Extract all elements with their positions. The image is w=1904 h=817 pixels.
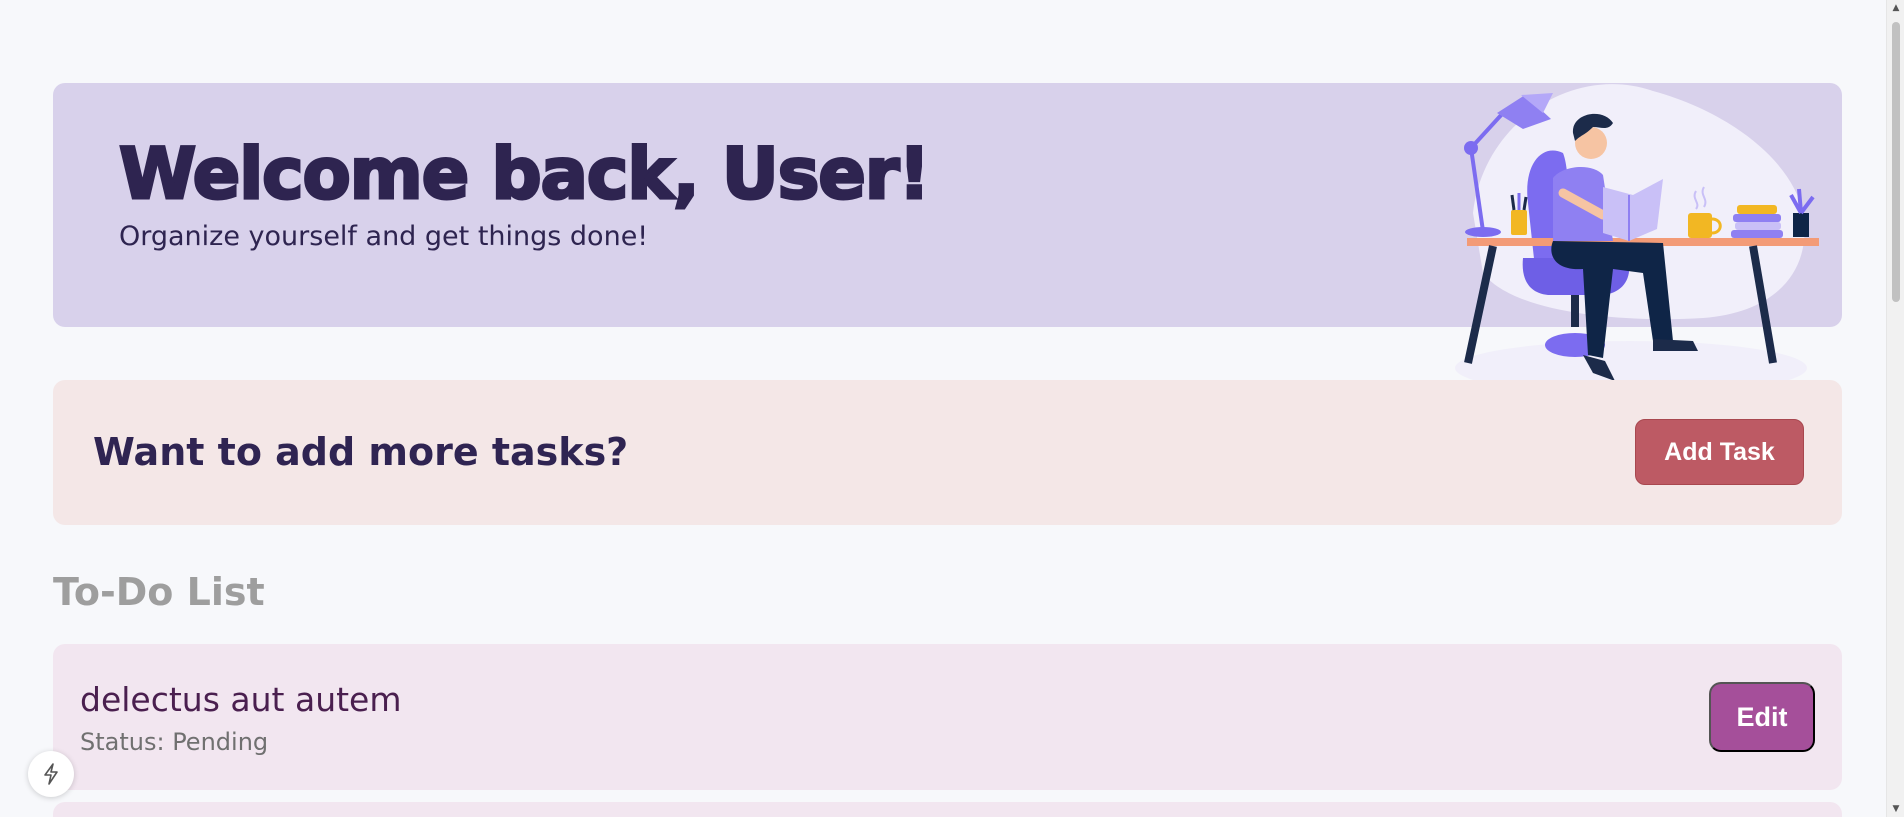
page: Welcome back, User! Organize yourself an… bbox=[0, 0, 1886, 817]
arrow-down-icon[interactable]: ▼ bbox=[1887, 801, 1904, 817]
desk-illustration bbox=[1455, 84, 1819, 395]
add-task-panel: Want to add more tasks? Add Task bbox=[53, 380, 1842, 525]
add-task-prompt: Want to add more tasks? bbox=[93, 430, 629, 474]
todo-list-heading: To-Do List bbox=[53, 570, 265, 614]
welcome-subtitle: Organize yourself and get things done! bbox=[119, 221, 649, 252]
task-status: Status: Pending bbox=[80, 728, 269, 756]
welcome-title: Welcome back, User! bbox=[117, 132, 931, 217]
welcome-banner: Welcome back, User! Organize yourself an… bbox=[53, 83, 1842, 395]
scroll-thumb[interactable] bbox=[1892, 22, 1900, 302]
arrow-up-icon[interactable]: ▲ bbox=[1887, 0, 1904, 16]
edit-task-button[interactable]: Edit bbox=[1709, 682, 1815, 752]
add-task-button[interactable]: Add Task bbox=[1635, 419, 1804, 485]
task-card-partial bbox=[53, 802, 1842, 817]
task-title: delectus aut autem bbox=[80, 680, 402, 719]
lightning-icon[interactable] bbox=[28, 751, 74, 797]
task-card: delectus aut autem Status: Pending Edit bbox=[53, 644, 1842, 790]
scrollbar[interactable]: ▲ ▼ bbox=[1886, 0, 1904, 817]
